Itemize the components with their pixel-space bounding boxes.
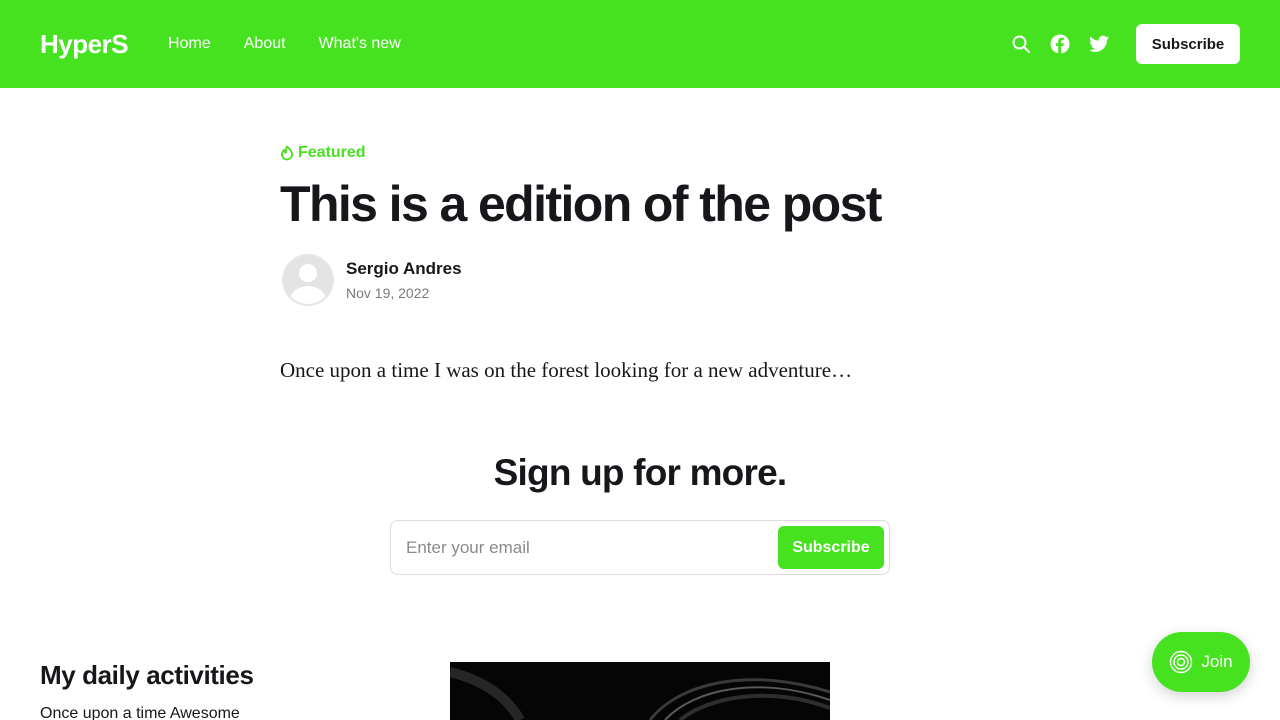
byline: Sergio Andres Nov 19, 2022 [280, 254, 1000, 306]
email-input[interactable] [406, 537, 778, 558]
post-excerpt: Once upon a time I was on the forest loo… [280, 358, 853, 382]
post-title: This is a edition of the post [280, 176, 882, 232]
post-date: Nov 19, 2022 [346, 285, 430, 301]
portal-icon [1170, 650, 1193, 674]
join-label: Join [1201, 652, 1233, 671]
signup-section: Sign up for more. Subscribe [0, 452, 1280, 575]
header-actions: Subscribe [1008, 24, 1240, 64]
featured-tag[interactable]: Featured [280, 144, 1000, 162]
search-icon[interactable] [1008, 31, 1034, 57]
site-header: HyperS Home About What's new Subscribe [0, 0, 1280, 88]
header-subscribe-button[interactable]: Subscribe [1136, 24, 1240, 64]
nav-link-whats-new[interactable]: What's new [319, 35, 401, 53]
twitter-icon[interactable] [1086, 31, 1112, 57]
signup-title: Sign up for more. [493, 452, 787, 493]
post-feature-image[interactable] [450, 662, 830, 720]
signup-subscribe-button[interactable]: Subscribe [778, 526, 884, 569]
section-title[interactable]: My daily activities [40, 660, 254, 691]
author-avatar[interactable] [282, 254, 334, 306]
nav-link-home[interactable]: Home [168, 35, 211, 53]
site-logo[interactable]: HyperS [40, 29, 129, 60]
section-excerpt: Once upon a time Awesome [40, 705, 240, 720]
signup-form: Subscribe [390, 520, 890, 575]
join-button[interactable]: Join [1152, 632, 1250, 692]
main-nav: Home About What's new [168, 35, 401, 53]
author-info: Sergio Andres Nov 19, 2022 [346, 259, 462, 301]
featured-label: Featured [298, 144, 366, 161]
facebook-icon[interactable] [1047, 31, 1073, 57]
flame-icon [281, 145, 293, 161]
author-name[interactable]: Sergio Andres [346, 259, 462, 279]
post-header: Featured This is a edition of the post S… [280, 144, 1000, 383]
nav-link-about[interactable]: About [244, 35, 286, 53]
